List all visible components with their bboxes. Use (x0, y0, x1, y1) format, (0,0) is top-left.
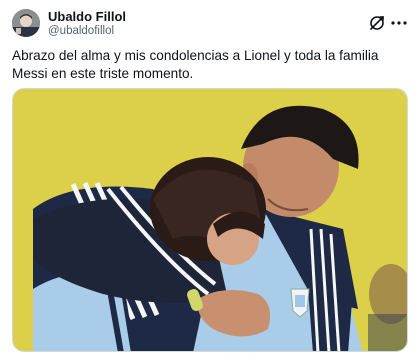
photo-embrace (13, 89, 407, 351)
author-names: Ubaldo Fillol @ubaldofillol (48, 9, 126, 39)
tweet-header: Ubaldo Fillol @ubaldofillol (12, 8, 408, 40)
tweet-text: Abrazo del alma y mis condolencias a Lio… (12, 48, 379, 81)
grok-icon[interactable] (368, 14, 386, 32)
tweet-photo[interactable] (12, 88, 408, 352)
author-handle[interactable]: @ubaldofillol (48, 24, 126, 39)
more-options-icon[interactable] (390, 14, 408, 32)
avatar[interactable] (12, 9, 40, 37)
avatar-image (12, 9, 40, 37)
author-display-name[interactable]: Ubaldo Fillol (48, 9, 126, 24)
tweet-card: Ubaldo Fillol @ubaldofillol Abrazo del a… (0, 0, 420, 363)
